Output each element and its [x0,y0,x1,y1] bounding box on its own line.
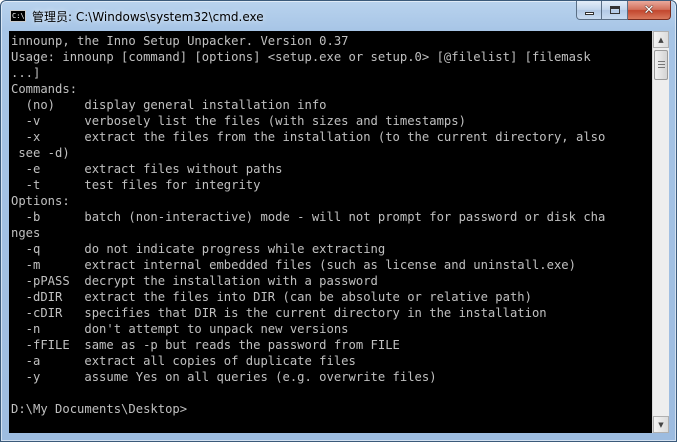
cmd-icon[interactable]: C:\ [10,10,26,22]
vertical-scrollbar[interactable]: ▲ ▼ [652,31,669,433]
down-arrow-icon: ▼ [658,420,664,429]
scroll-down-button[interactable]: ▼ [653,416,669,433]
scroll-thumb[interactable] [654,50,668,80]
minimize-icon [584,11,594,15]
scroll-up-button[interactable]: ▲ [653,31,669,48]
window-title: 管理员: C:\Windows\system32\cmd.exe [32,10,264,24]
grip-icon [658,61,665,62]
close-icon: ✕ [643,2,655,18]
cmd-window: C:\ 管理员: C:\Windows\system32\cmd.exe ✕ i… [0,0,677,442]
window-controls: ✕ [576,1,671,21]
maximize-icon [609,6,620,14]
minimize-button[interactable] [576,1,602,20]
maximize-button[interactable] [602,1,628,20]
close-button[interactable]: ✕ [628,1,671,20]
title-bar[interactable]: C:\ 管理员: C:\Windows\system32\cmd.exe ✕ [1,1,676,31]
cmd-icon-text: C:\ [12,12,25,20]
console-output[interactable]: innounp, the Inno Setup Unpacker. Versio… [9,31,652,433]
up-arrow-icon: ▲ [658,35,664,44]
console-text: innounp, the Inno Setup Unpacker. Versio… [11,34,606,416]
